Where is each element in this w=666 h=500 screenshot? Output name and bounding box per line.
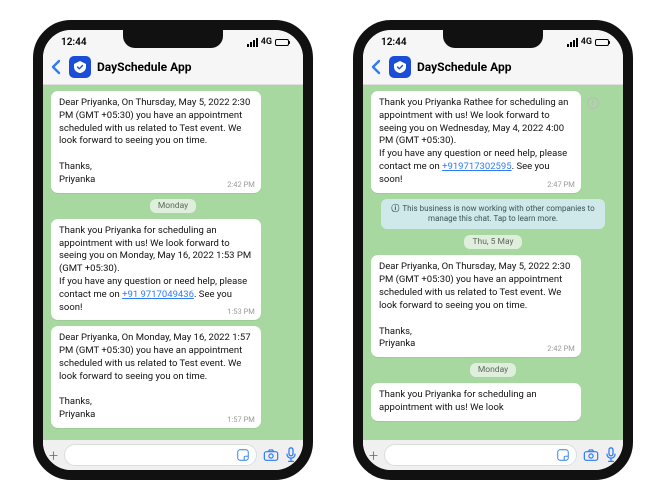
- camera-button[interactable]: [583, 448, 599, 462]
- phone-link[interactable]: +91 9717049436: [122, 289, 194, 300]
- message-bubble[interactable]: Dear Priyanka, On Monday, May 16, 2022 1…: [51, 326, 261, 428]
- message-time: 1:53 PM: [227, 307, 255, 317]
- info-icon: ⓘ: [391, 204, 399, 213]
- message-bubble[interactable]: Thank you Priyanka Rathee for scheduling…: [371, 91, 581, 193]
- phone-left: 12:44 4G DaySchedule App Dear Priyanka, …: [33, 20, 313, 480]
- chat-area[interactable]: Thank you Priyanka Rathee for scheduling…: [363, 85, 623, 440]
- message-text: Thank you Priyanka for scheduling an app…: [59, 225, 253, 315]
- chat-header: DaySchedule App: [363, 52, 623, 85]
- status-time: 12:44: [381, 37, 407, 48]
- system-banner[interactable]: ⓘThis business is now working with other…: [381, 199, 605, 230]
- status-right: 4G: [567, 37, 609, 47]
- status-time: 12:44: [61, 37, 87, 48]
- back-button[interactable]: [49, 59, 63, 75]
- composer: +: [43, 440, 303, 470]
- message-bubble[interactable]: Dear Priyanka, On Thursday, May 5, 2022 …: [371, 255, 581, 357]
- phone-link[interactable]: +919717302595: [442, 161, 511, 172]
- battery-icon: [275, 39, 289, 46]
- message-text: Dear Priyanka, On Monday, May 16, 2022 1…: [59, 332, 253, 422]
- app-name[interactable]: DaySchedule App: [417, 60, 512, 74]
- sticker-icon[interactable]: [236, 448, 250, 462]
- date-chip: Thu, 5 May: [464, 235, 521, 249]
- message-text: Thank you Priyanka for scheduling an app…: [379, 389, 573, 415]
- battery-icon: [595, 39, 609, 46]
- date-chip: Monday: [150, 199, 196, 213]
- signal-icon: [567, 38, 578, 47]
- chat-area[interactable]: Dear Priyanka, On Thursday, May 5, 2022 …: [43, 85, 303, 440]
- app-avatar[interactable]: [389, 56, 411, 78]
- date-chip: Monday: [470, 363, 516, 377]
- message-bubble[interactable]: Thank you Priyanka for scheduling an app…: [51, 219, 261, 321]
- sticker-icon[interactable]: [556, 448, 570, 462]
- status-right: 4G: [247, 37, 289, 47]
- message-text: Dear Priyanka, On Thursday, May 5, 2022 …: [59, 97, 253, 187]
- back-button[interactable]: [369, 59, 383, 75]
- network-label: 4G: [261, 37, 272, 47]
- message-input[interactable]: [64, 444, 257, 466]
- notch: [443, 30, 543, 48]
- attach-button[interactable]: +: [369, 446, 378, 465]
- info-icon[interactable]: i: [587, 97, 599, 109]
- mic-button[interactable]: [285, 447, 297, 463]
- signal-icon: [247, 38, 258, 47]
- message-time: 2:42 PM: [547, 344, 575, 354]
- notch: [123, 30, 223, 48]
- message-text: Thank you Priyanka Rathee for scheduling…: [379, 97, 573, 187]
- message-time: 1:57 PM: [227, 415, 255, 425]
- app-name[interactable]: DaySchedule App: [97, 60, 192, 74]
- message-time: 2:42 PM: [227, 180, 255, 190]
- message-text: Dear Priyanka, On Thursday, May 5, 2022 …: [379, 261, 573, 351]
- network-label: 4G: [581, 37, 592, 47]
- message-bubble[interactable]: Thank you Priyanka for scheduling an app…: [371, 383, 581, 421]
- mic-button[interactable]: [605, 447, 617, 463]
- chat-header: DaySchedule App: [43, 52, 303, 85]
- attach-button[interactable]: +: [49, 446, 58, 465]
- composer: +: [363, 440, 623, 470]
- message-bubble[interactable]: Dear Priyanka, On Thursday, May 5, 2022 …: [51, 91, 261, 193]
- message-input[interactable]: [384, 444, 577, 466]
- app-avatar[interactable]: [69, 56, 91, 78]
- phone-right: 12:44 4G DaySchedule App Thank you Priya…: [353, 20, 633, 480]
- message-time: 2:47 PM: [547, 180, 575, 190]
- camera-button[interactable]: [263, 448, 279, 462]
